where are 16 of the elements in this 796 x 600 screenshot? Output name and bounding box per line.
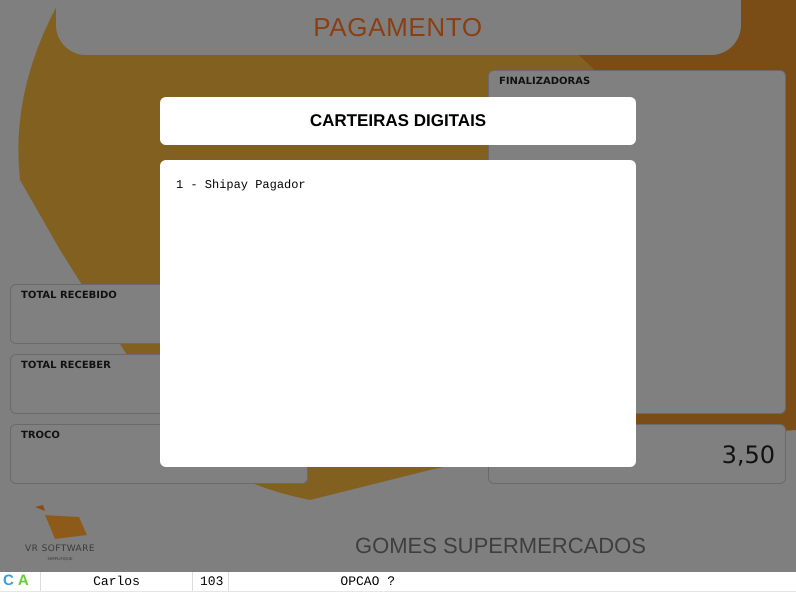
total-value: 3,50 (722, 440, 775, 471)
panel-label: TOTAL RECEBIDO (21, 289, 117, 303)
terminal-number: 103 (192, 572, 228, 592)
panel-label: TOTAL RECEBER (21, 359, 111, 373)
dialog-title: CARTEIRAS DIGITAIS (310, 110, 486, 132)
logo-name: VR SOFTWARE (24, 542, 96, 556)
operator-name: Carlos (40, 572, 192, 592)
status-indicator: C (3, 571, 14, 592)
logo-icon (33, 504, 87, 538)
store-name: GOMES SUPERMERCADOS (355, 532, 646, 560)
panel-label: FINALIZADORAS (499, 75, 590, 89)
status-indicator: A (18, 571, 29, 592)
page-title: PAGAMENTO (313, 11, 483, 44)
panel-label: TROCO (21, 429, 60, 443)
prompt-text: OPCAO ? (228, 572, 395, 592)
list-option[interactable]: 1 - Shipay Pagador (176, 176, 620, 194)
